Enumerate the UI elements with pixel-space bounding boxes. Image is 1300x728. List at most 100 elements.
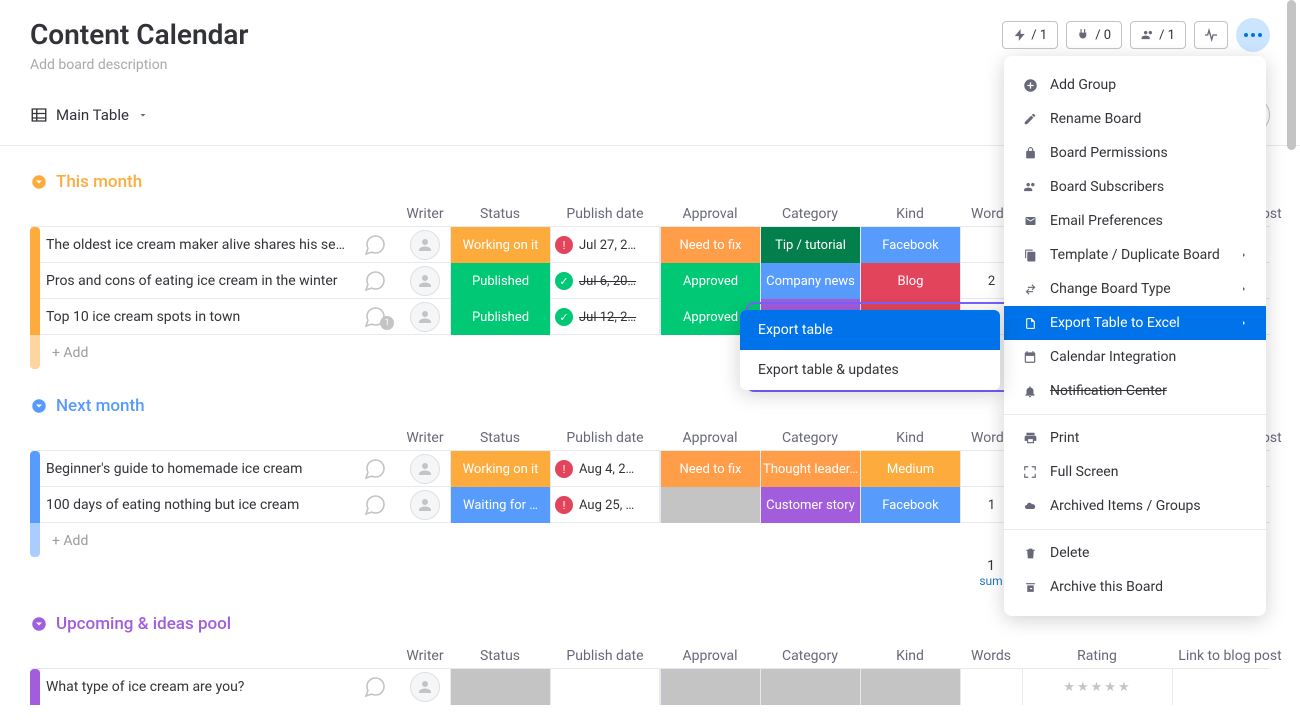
link-cell[interactable] bbox=[1172, 669, 1288, 705]
status-cell[interactable]: Published bbox=[450, 299, 550, 335]
column-header-name[interactable] bbox=[40, 434, 350, 442]
menu-item-delete[interactable]: Delete bbox=[1004, 536, 1266, 570]
column-header-writer[interactable]: Writer bbox=[400, 202, 450, 226]
submenu-item-export-table[interactable]: Export table bbox=[740, 310, 1000, 350]
status-cell[interactable]: Waiting for … bbox=[450, 487, 550, 523]
column-header-status[interactable]: Status bbox=[450, 426, 550, 450]
chat-icon[interactable] bbox=[350, 266, 400, 296]
view-tab-main-table[interactable]: Main Table bbox=[30, 106, 149, 124]
menu-item-full-screen[interactable]: Full Screen bbox=[1004, 455, 1266, 489]
approval-cell[interactable] bbox=[660, 669, 760, 705]
group-name[interactable]: This month bbox=[56, 172, 142, 192]
kind-cell[interactable]: Medium bbox=[860, 451, 960, 487]
item-name[interactable]: Beginner's guide to homemade ice cream bbox=[40, 461, 350, 477]
publish-date-cell[interactable] bbox=[550, 669, 660, 705]
column-header-category[interactable]: Category bbox=[760, 426, 860, 450]
publish-date-cell[interactable]: !Jul 27, 2… bbox=[550, 227, 660, 263]
column-header-category[interactable]: Category bbox=[760, 202, 860, 226]
approval-cell[interactable]: Approved bbox=[660, 263, 760, 299]
menu-item-notification-center[interactable]: Notification Center bbox=[1004, 374, 1266, 408]
column-header-publish_date[interactable]: Publish date bbox=[550, 426, 660, 450]
status-cell[interactable]: Published bbox=[450, 263, 550, 299]
approval-cell[interactable] bbox=[660, 487, 760, 523]
activity-indicator[interactable] bbox=[1194, 21, 1228, 49]
category-cell[interactable]: Customer story bbox=[760, 487, 860, 523]
item-name[interactable]: 100 days of eating nothing but ice cream bbox=[40, 497, 350, 513]
group-name[interactable]: Upcoming & ideas pool bbox=[56, 614, 231, 634]
item-name[interactable]: The oldest ice cream maker alive shares … bbox=[40, 237, 350, 253]
column-header-publish_date[interactable]: Publish date bbox=[550, 644, 660, 668]
category-cell[interactable]: Tip / tutorial bbox=[760, 227, 860, 263]
chat-icon[interactable] bbox=[350, 490, 400, 520]
column-header-approval[interactable]: Approval bbox=[660, 426, 760, 450]
menu-item-board-permissions[interactable]: Board Permissions bbox=[1004, 136, 1266, 170]
writer-cell[interactable] bbox=[400, 230, 450, 260]
writer-cell[interactable] bbox=[400, 672, 450, 702]
kind-cell[interactable] bbox=[860, 669, 960, 705]
category-cell[interactable] bbox=[760, 669, 860, 705]
chat-icon[interactable] bbox=[350, 454, 400, 484]
menu-item-add-group[interactable]: Add Group bbox=[1004, 68, 1266, 102]
automations-indicator[interactable]: / 1 bbox=[1002, 21, 1058, 49]
writer-cell[interactable] bbox=[400, 302, 450, 332]
menu-item-email-preferences[interactable]: Email Preferences bbox=[1004, 204, 1266, 238]
menu-item-change-board-type[interactable]: Change Board Type bbox=[1004, 272, 1266, 306]
column-header-kind[interactable]: Kind bbox=[860, 426, 960, 450]
approval-cell[interactable]: Need to fix bbox=[660, 451, 760, 487]
writer-cell[interactable] bbox=[400, 490, 450, 520]
chat-icon[interactable]: 1 bbox=[350, 302, 400, 332]
item-name[interactable]: Pros and cons of eating ice cream in the… bbox=[40, 273, 350, 289]
integrations-indicator[interactable]: / 0 bbox=[1066, 21, 1122, 49]
column-header-kind[interactable]: Kind bbox=[860, 202, 960, 226]
kind-cell[interactable]: Facebook bbox=[860, 487, 960, 523]
column-header-link[interactable]: Link to blog post bbox=[1172, 644, 1288, 668]
writer-cell[interactable] bbox=[400, 266, 450, 296]
group-collapse-toggle[interactable] bbox=[30, 397, 48, 415]
menu-item-print[interactable]: Print bbox=[1004, 421, 1266, 455]
column-header-words[interactable]: Words bbox=[960, 644, 1022, 668]
menu-item-archived-items-groups[interactable]: Archived Items / Groups bbox=[1004, 489, 1266, 523]
people-indicator[interactable]: / 1 bbox=[1130, 21, 1186, 49]
chat-icon[interactable] bbox=[350, 672, 400, 702]
writer-cell[interactable] bbox=[400, 454, 450, 484]
column-header-approval[interactable]: Approval bbox=[660, 644, 760, 668]
group-collapse-toggle[interactable] bbox=[30, 615, 48, 633]
column-header-category[interactable]: Category bbox=[760, 644, 860, 668]
publish-date-cell[interactable]: !Aug 25, … bbox=[550, 487, 660, 523]
chat-icon[interactable] bbox=[350, 230, 400, 260]
publish-date-cell[interactable]: !Aug 4, 2… bbox=[550, 451, 660, 487]
category-cell[interactable]: Company news bbox=[760, 263, 860, 299]
table-row[interactable]: What type of ice cream are you? ★★★★★ bbox=[30, 668, 1270, 704]
column-header-status[interactable]: Status bbox=[450, 644, 550, 668]
scrollbar[interactable] bbox=[1287, 0, 1296, 728]
status-cell[interactable] bbox=[450, 669, 550, 705]
column-header-kind[interactable]: Kind bbox=[860, 644, 960, 668]
column-header-name[interactable] bbox=[40, 652, 350, 660]
board-description[interactable]: Add board description bbox=[30, 57, 248, 73]
item-name[interactable]: Top 10 ice cream spots in town bbox=[40, 309, 350, 325]
column-header-approval[interactable]: Approval bbox=[660, 202, 760, 226]
category-cell[interactable]: Thought leader… bbox=[760, 451, 860, 487]
publish-date-cell[interactable]: ✓Jul 6, 20… bbox=[550, 263, 660, 299]
column-header-status[interactable]: Status bbox=[450, 202, 550, 226]
status-cell[interactable]: Working on it bbox=[450, 227, 550, 263]
column-header-rating[interactable]: Rating bbox=[1022, 644, 1172, 668]
status-cell[interactable]: Working on it bbox=[450, 451, 550, 487]
column-header-writer[interactable]: Writer bbox=[400, 426, 450, 450]
menu-item-archive-this-board[interactable]: Archive this Board bbox=[1004, 570, 1266, 604]
menu-item-board-subscribers[interactable]: Board Subscribers bbox=[1004, 170, 1266, 204]
menu-item-template-duplicate-board[interactable]: Template / Duplicate Board bbox=[1004, 238, 1266, 272]
column-header-writer[interactable]: Writer bbox=[400, 644, 450, 668]
column-header-publish_date[interactable]: Publish date bbox=[550, 202, 660, 226]
menu-item-calendar-integration[interactable]: Calendar Integration bbox=[1004, 340, 1266, 374]
submenu-item-export-table-updates[interactable]: Export table & updates bbox=[740, 350, 1000, 390]
column-header-name[interactable] bbox=[40, 210, 350, 218]
publish-date-cell[interactable]: ✓Jul 12, 2… bbox=[550, 299, 660, 335]
item-name[interactable]: What type of ice cream are you? bbox=[40, 679, 350, 695]
menu-item-rename-board[interactable]: Rename Board bbox=[1004, 102, 1266, 136]
scrollbar-thumb[interactable] bbox=[1287, 0, 1296, 150]
group-name[interactable]: Next month bbox=[56, 396, 145, 416]
words-cell[interactable] bbox=[960, 669, 1022, 705]
rating-cell[interactable]: ★★★★★ bbox=[1022, 669, 1172, 705]
kind-cell[interactable]: Facebook bbox=[860, 227, 960, 263]
